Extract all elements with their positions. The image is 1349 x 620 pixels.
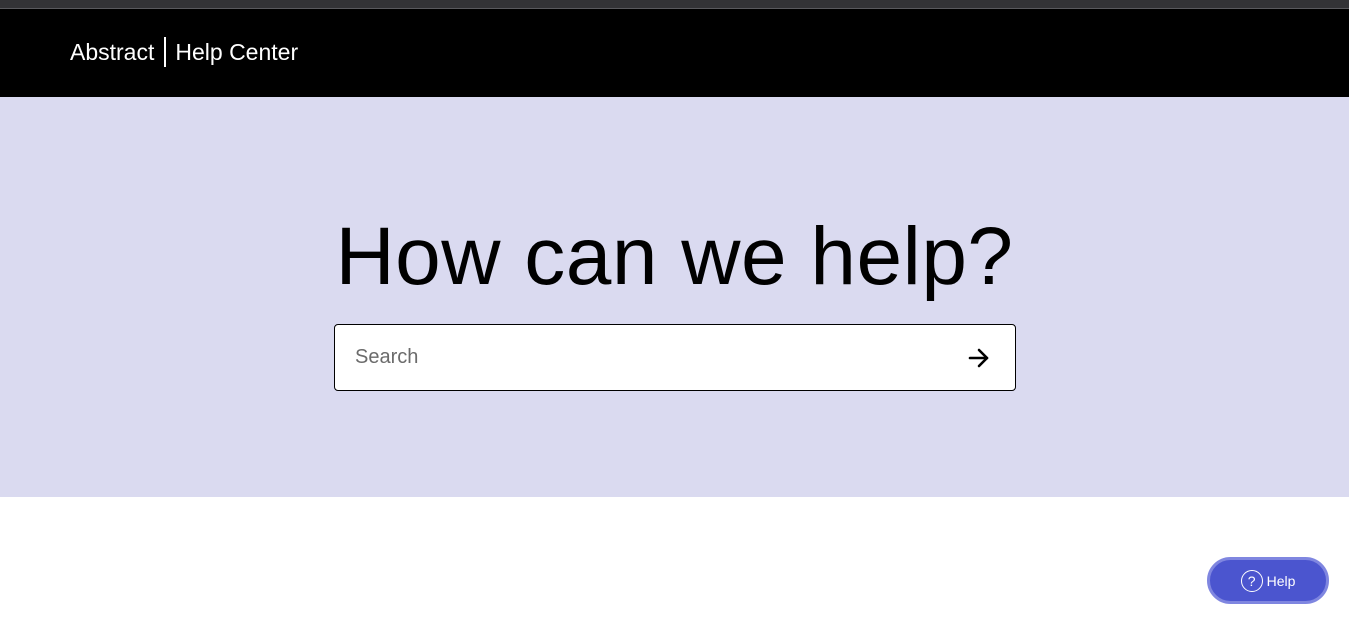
page-title: How can we help?	[335, 211, 1014, 302]
brand-home-link[interactable]: Abstract Help Center	[70, 37, 298, 67]
site-header: Abstract Help Center	[0, 9, 1349, 97]
arrow-right-icon	[968, 348, 989, 367]
brand-section-label: Help Center	[175, 38, 299, 65]
brand-name: Abstract	[70, 38, 155, 65]
help-launcher-label: Help	[1266, 572, 1296, 589]
help-launcher-button[interactable]: ? Help	[1207, 557, 1329, 604]
browser-chrome-strip	[0, 0, 1349, 9]
brand-divider	[164, 37, 167, 67]
hero-section: How can we help?	[0, 97, 1349, 497]
search-submit-button[interactable]	[955, 325, 1015, 390]
search-form	[334, 324, 1016, 391]
search-input[interactable]	[335, 325, 955, 390]
question-circle-icon: ?	[1240, 569, 1263, 592]
